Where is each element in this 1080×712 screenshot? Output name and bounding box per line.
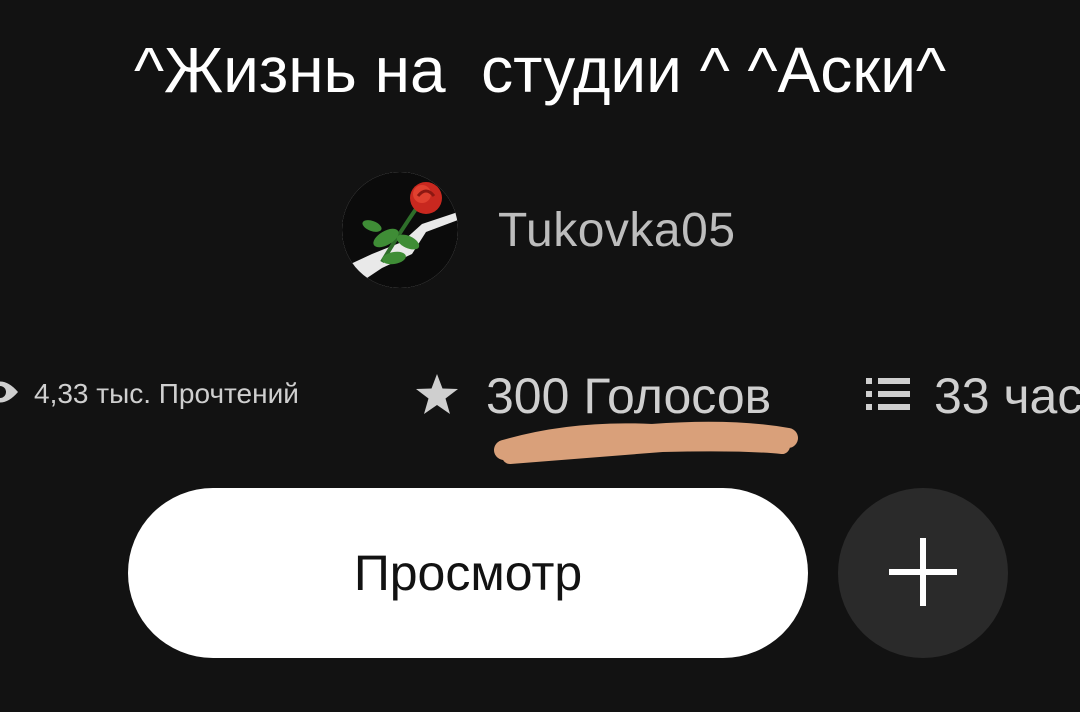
stat-reads: 4,33 тыс. Прочтений [0,374,299,414]
star-icon [414,372,460,421]
rose-avatar-image [342,172,458,288]
plus-icon [885,534,961,613]
author-avatar[interactable] [342,172,458,288]
list-icon [864,375,912,418]
story-title: ^Жизнь на студии ^ ^Аски^ [133,34,947,106]
reads-count: 4,33 тыс. Прочтений [34,378,299,409]
eye-icon [0,377,20,412]
highlight-underline [494,421,798,464]
add-to-library-button[interactable] [838,488,1008,658]
votes-count: 300 Голосов [486,368,772,424]
author-row[interactable]: Tukovka05 [342,172,736,288]
parts-count: 33 час [934,368,1080,424]
view-button[interactable]: Просмотр [128,488,808,658]
author-name[interactable]: Tukovka05 [498,203,736,258]
stat-parts: 33 час [864,360,1080,432]
